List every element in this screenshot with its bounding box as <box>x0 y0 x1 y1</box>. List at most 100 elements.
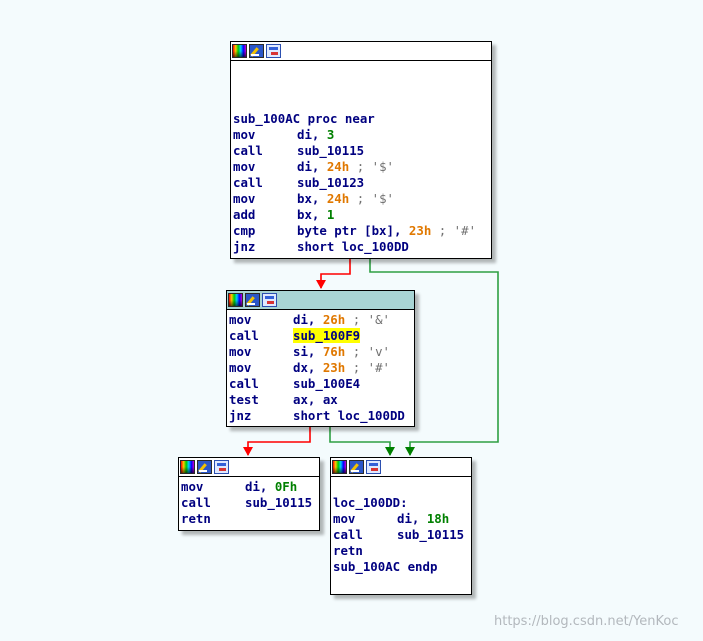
graph-view-icon[interactable] <box>214 460 229 474</box>
instruction-operand[interactable]: si, <box>293 344 323 359</box>
instruction-mnemonic: mov <box>233 159 256 174</box>
instruction-mnemonic: call <box>333 527 363 542</box>
block-sub-100ac-entry[interactable]: sub_100AC proc near mov di, 3 call sub_10115… <box>230 41 492 259</box>
edge-arrowhead <box>385 447 395 456</box>
code-label[interactable]: loc_100DD: <box>333 495 408 510</box>
code-line[interactable]: mov di, 3 <box>233 127 491 143</box>
instruction-mnemonic: mov <box>229 360 252 375</box>
code-line[interactable]: jnz short loc_100DD <box>229 408 414 424</box>
block-loc-100dd[interactable]: loc_100DD: mov di, 18h call sub_10115 retn sub… <box>330 457 472 595</box>
immediate-value: 23h <box>408 223 432 238</box>
edge-arrowhead <box>316 280 326 289</box>
color-palette-icon[interactable] <box>232 44 247 58</box>
rename-pencil-icon[interactable] <box>349 460 364 474</box>
code-line[interactable]: call sub_10115 <box>333 527 471 543</box>
rename-pencil-icon[interactable] <box>197 460 212 474</box>
color-palette-icon[interactable] <box>180 460 195 474</box>
immediate-value: 18h <box>426 511 450 526</box>
code-comment: ; '#' <box>431 223 477 238</box>
code-line[interactable]: mov dx, 23h ; '#' <box>229 360 414 376</box>
block-header <box>227 291 414 310</box>
code-line[interactable]: call sub_100E4 <box>229 376 414 392</box>
instruction-operand[interactable]: dx, <box>293 360 323 375</box>
code-line[interactable]: cmp byte ptr [bx], 23h ; '#' <box>233 223 491 239</box>
graph-view-icon[interactable] <box>366 460 381 474</box>
edge-middle-to-right-true[interactable] <box>329 427 391 455</box>
color-palette-icon[interactable] <box>332 460 347 474</box>
code-line[interactable]: mov di, 0Fh <box>181 479 319 495</box>
code-comment: ; '#' <box>345 360 390 375</box>
instruction-operand[interactable]: short loc_100DD <box>297 239 409 254</box>
block-header <box>331 458 471 477</box>
block-code: mov di, 26h ; '&' call sub_100F9 mov si, 76h … <box>227 310 414 424</box>
code-line[interactable]: mov di, 18h <box>333 511 471 527</box>
code-line[interactable]: add bx, 1 <box>233 207 491 223</box>
instruction-operand[interactable]: sub_10123 <box>297 175 364 190</box>
immediate-value: 24h <box>326 159 350 174</box>
code-comment: ; '$' <box>349 191 394 206</box>
instruction-mnemonic: add <box>233 207 256 222</box>
instruction-mnemonic: retn <box>333 543 363 558</box>
instruction-operand[interactable]: sub_10115 <box>297 143 364 158</box>
instruction-operand[interactable]: bx, <box>297 191 327 206</box>
edge-middle-to-left-false[interactable] <box>247 427 311 455</box>
instruction-mnemonic: mov <box>229 312 252 327</box>
color-palette-icon[interactable] <box>228 293 243 307</box>
code-comment: ; '$' <box>349 159 394 174</box>
code-line[interactable]: retn <box>333 543 471 559</box>
block-code: loc_100DD: mov di, 18h call sub_10115 retn sub… <box>331 477 471 575</box>
instruction-operand[interactable]: bx, <box>297 207 327 222</box>
rename-pencil-icon[interactable] <box>249 44 264 58</box>
block-middle[interactable]: mov di, 26h ; '&' call sub_100F9 mov si, 76h … <box>226 290 415 427</box>
instruction-operand[interactable]: short loc_100DD <box>293 408 405 423</box>
instruction-operand[interactable]: di, <box>297 159 327 174</box>
immediate-value: 0Fh <box>274 479 298 494</box>
code-line[interactable]: mov bx, 24h ; '$' <box>233 191 491 207</box>
block-code: sub_100AC proc near mov di, 3 call sub_10115… <box>231 61 491 255</box>
graph-view-canvas[interactable]: sub_100AC proc near mov di, 3 call sub_10115… <box>0 0 703 641</box>
code-label[interactable]: sub_100AC proc near <box>233 111 375 126</box>
instruction-operand[interactable]: di, <box>297 127 327 142</box>
code-label[interactable]: sub_100AC endp <box>333 559 437 574</box>
code-line[interactable]: sub_100AC proc near <box>233 111 491 127</box>
block-left-return[interactable]: mov di, 0Fh call sub_10115 retn <box>178 457 320 531</box>
code-line[interactable]: call sub_10123 <box>233 175 491 191</box>
instruction-mnemonic: call <box>233 143 263 158</box>
instruction-mnemonic: mov <box>333 511 356 526</box>
rename-pencil-icon[interactable] <box>245 293 260 307</box>
code-line[interactable]: test ax, ax <box>229 392 414 408</box>
code-line[interactable]: call sub_10115 <box>181 495 319 511</box>
code-line[interactable]: jnz short loc_100DD <box>233 239 491 255</box>
graph-view-icon[interactable] <box>262 293 277 307</box>
code-line[interactable]: mov di, 26h ; '&' <box>229 312 414 328</box>
code-line[interactable]: retn <box>181 511 319 527</box>
code-line[interactable]: sub_100AC endp <box>333 559 471 575</box>
instruction-mnemonic: call <box>229 328 259 343</box>
instruction-mnemonic: mov <box>233 191 256 206</box>
instruction-operand[interactable]: di, <box>397 511 427 526</box>
immediate-value: 1 <box>326 207 335 222</box>
instruction-mnemonic: test <box>229 392 259 407</box>
code-line[interactable]: mov di, 24h ; '$' <box>233 159 491 175</box>
instruction-operand[interactable]: ax, ax <box>293 392 338 407</box>
instruction-operand[interactable]: di, <box>293 312 323 327</box>
immediate-value: 26h <box>322 312 346 327</box>
code-line[interactable]: loc_100DD: <box>333 495 471 511</box>
code-line[interactable]: mov si, 76h ; 'v' <box>229 344 414 360</box>
instruction-mnemonic: retn <box>181 511 211 526</box>
instruction-operand[interactable]: byte ptr [bx], <box>297 223 409 238</box>
code-line[interactable]: call sub_10115 <box>233 143 491 159</box>
code-line[interactable]: call sub_100F9 <box>229 328 414 344</box>
edge-entry-to-middle-false[interactable] <box>320 259 351 288</box>
immediate-value: 76h <box>322 344 346 359</box>
block-header <box>231 42 491 61</box>
instruction-operand[interactable]: sub_10115 <box>245 495 312 510</box>
immediate-value: 3 <box>326 127 335 142</box>
instruction-operand[interactable]: sub_10115 <box>397 527 464 542</box>
instruction-operand[interactable]: sub_100E4 <box>293 376 360 391</box>
instruction-mnemonic: jnz <box>233 239 256 254</box>
edge-arrowhead <box>243 447 253 456</box>
instruction-operand[interactable]: di, <box>245 479 275 494</box>
graph-view-icon[interactable] <box>266 44 281 58</box>
highlighted-operand[interactable]: sub_100F9 <box>293 328 361 343</box>
